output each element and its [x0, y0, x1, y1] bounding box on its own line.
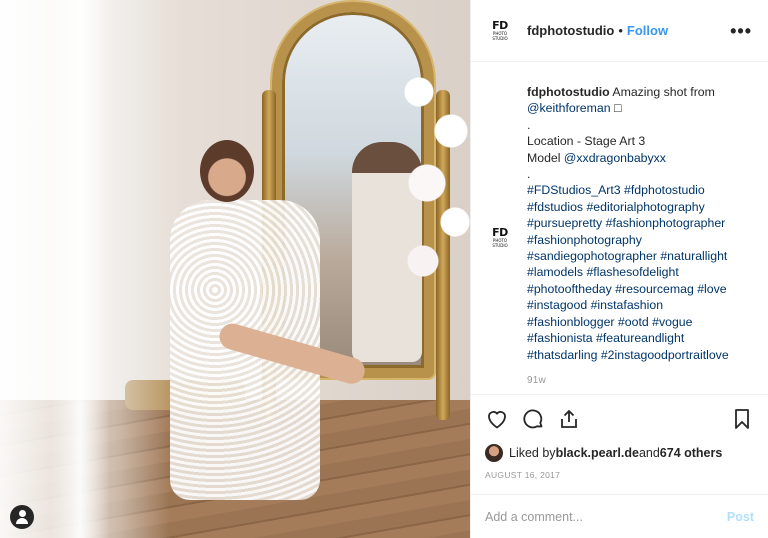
instagram-post: FD PHOTO STUDIO fdphotostudio • Follow •… [0, 0, 768, 538]
caption: fdphotostudio Amazing shot from @keithfo… [527, 84, 729, 394]
share-icon[interactable] [557, 407, 581, 431]
hashtag-line[interactable]: #instagood #instafashion [527, 297, 729, 313]
photo-model [160, 140, 368, 510]
heart-icon[interactable] [485, 407, 509, 431]
photo-flowers [395, 40, 470, 300]
hashtag-line[interactable]: #thatsdarling #2instagoodportraitlove [527, 347, 729, 363]
comments-section: FD PHOTO STUDIO fdphotostudio Amazing sho… [471, 62, 768, 394]
more-options-icon[interactable]: ••• [730, 22, 752, 40]
caption-username[interactable]: fdphotostudio [527, 85, 610, 99]
mention-link[interactable]: @keithforeman [527, 101, 611, 115]
post-sidebar: FD PHOTO STUDIO fdphotostudio • Follow •… [470, 0, 768, 538]
post-header: FD PHOTO STUDIO fdphotostudio • Follow •… [471, 0, 768, 62]
post-photo[interactable] [0, 0, 470, 538]
likes-summary: Liked by black.pearl.de and 674 others [471, 442, 768, 464]
location-text: Location - Stage Art 3 [527, 134, 646, 149]
hashtag-line[interactable]: #fashionphotography [527, 232, 729, 248]
hashtag-line[interactable]: #fashionista #featureandlight [527, 330, 729, 346]
post-comment-button[interactable]: Post [727, 510, 754, 524]
hashtag-line[interactable]: #fashionblogger #ootd #vogue [527, 314, 729, 330]
action-bar [471, 394, 768, 442]
hashtag-line[interactable]: #photooftheday #resourcemag #love [527, 281, 729, 297]
follow-button[interactable]: Follow [627, 23, 668, 38]
hashtag-line[interactable]: #pursuepretty #fashionphotographer [527, 215, 729, 231]
profile-avatar[interactable]: FD PHOTO STUDIO [489, 18, 511, 44]
hashtag-line[interactable]: #sandiegophotographer #naturallight [527, 248, 729, 264]
comment-icon[interactable] [521, 407, 545, 431]
user-icon[interactable] [10, 505, 34, 529]
separator-dot: • [618, 23, 623, 38]
mention-link[interactable]: @xxdragonbabyxx [564, 151, 666, 165]
liker-username[interactable]: black.pearl.de [556, 446, 639, 460]
hashtag-line[interactable]: #FDStudios_Art3 #fdphotostudio [527, 182, 729, 198]
bookmark-icon[interactable] [730, 407, 754, 431]
caption-avatar[interactable]: FD PHOTO STUDIO [489, 224, 511, 394]
hashtag-line[interactable]: #fdstudios #editorialphotography [527, 199, 729, 215]
add-comment-bar: Add a comment... Post [471, 494, 768, 538]
profile-username[interactable]: fdphotostudio [527, 23, 614, 38]
post-date[interactable]: AUGUST 16, 2017 [471, 464, 768, 494]
likes-others-link[interactable]: 674 others [660, 446, 723, 460]
caption-time[interactable]: 91w [527, 373, 729, 389]
comment-input[interactable]: Add a comment... [485, 510, 583, 524]
hashtag-line[interactable]: #lamodels #flashesofdelight [527, 264, 729, 280]
liker-avatar[interactable] [485, 444, 503, 462]
